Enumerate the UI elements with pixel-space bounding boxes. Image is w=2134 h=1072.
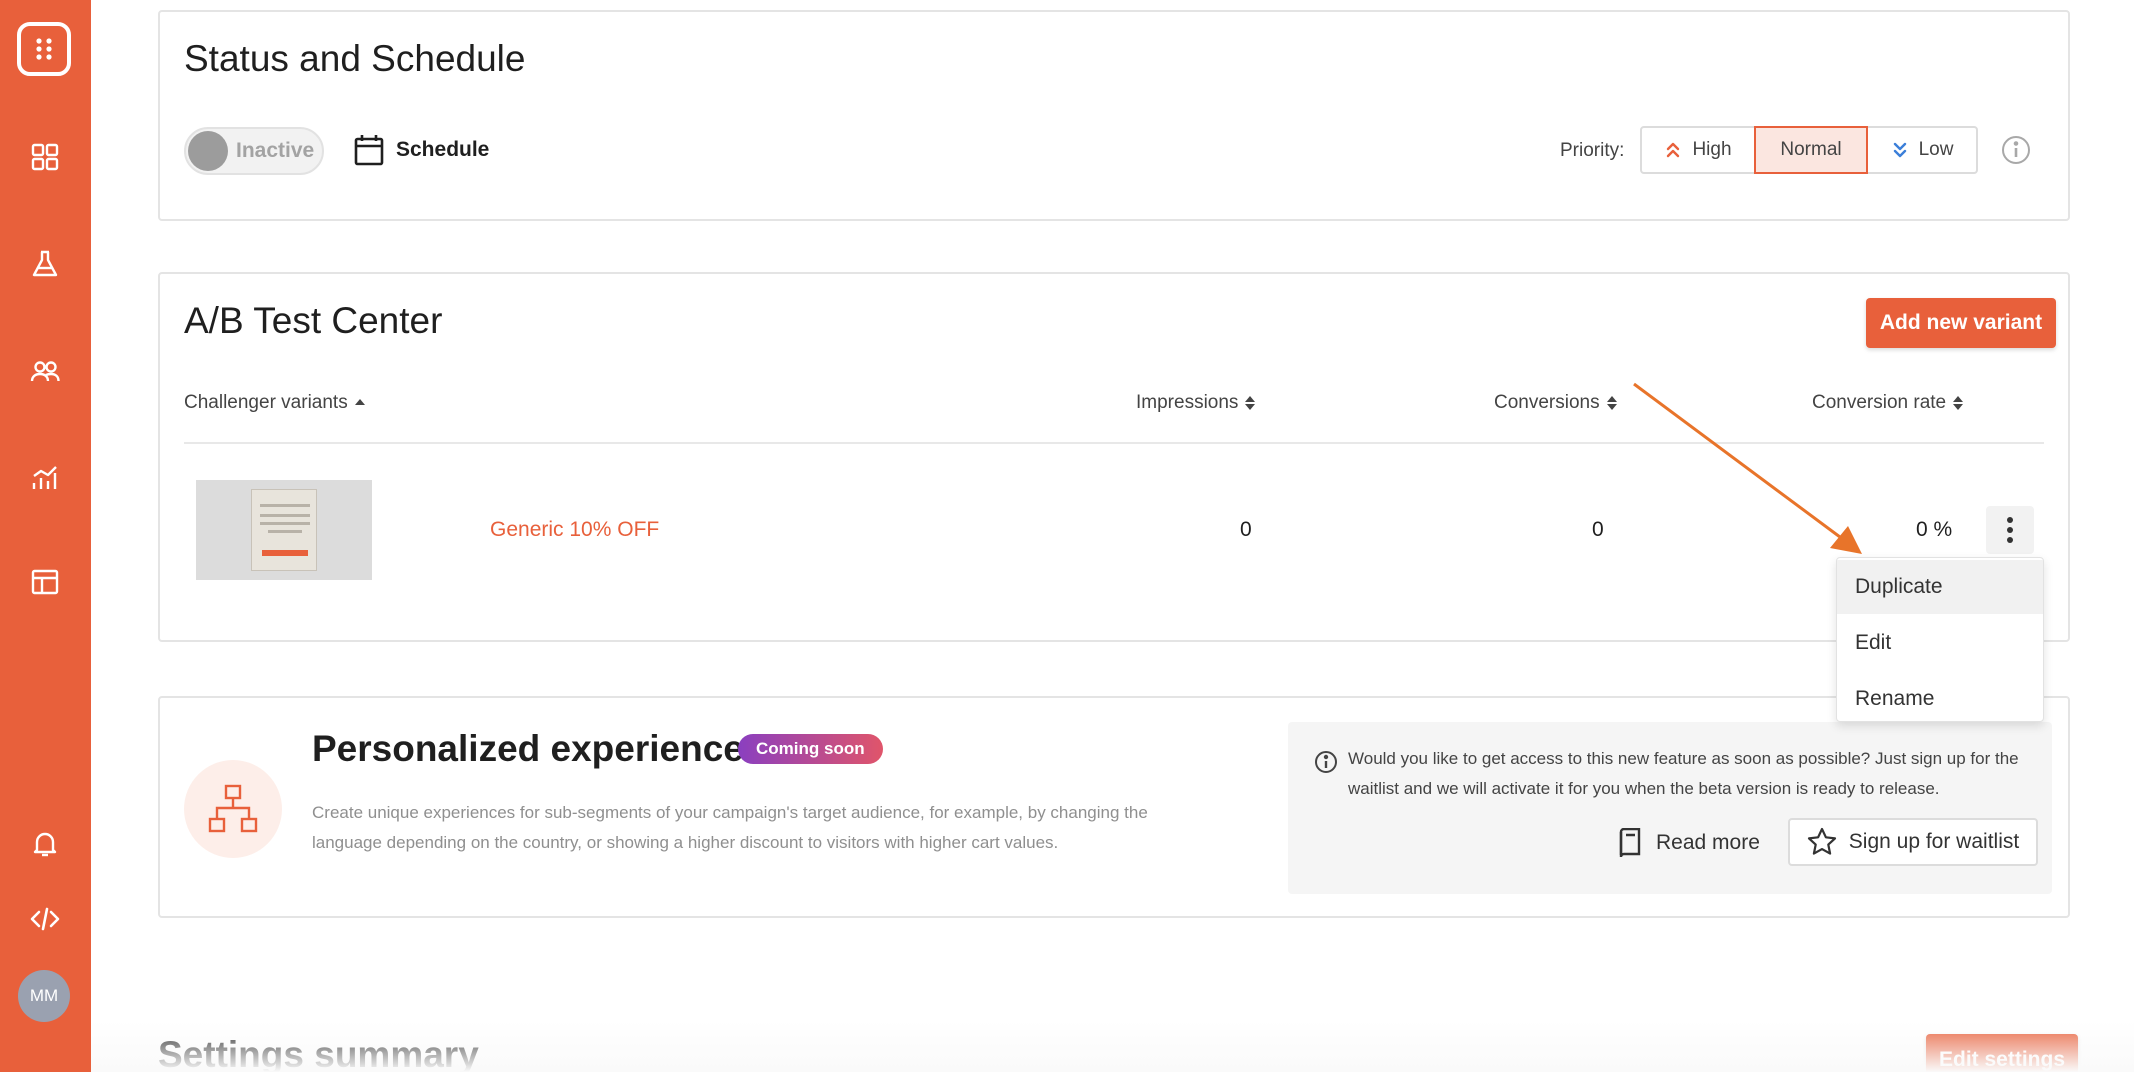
sidebar-item-experiments[interactable] (23, 242, 67, 286)
menu-item-duplicate[interactable]: Duplicate (1837, 560, 2043, 614)
menu-item-edit[interactable]: Edit (1837, 616, 2043, 670)
priority-low-label: Low (1918, 139, 1954, 160)
variant-thumbnail-preview (251, 489, 317, 571)
double-chevron-up-icon (1667, 142, 1680, 158)
priority-label: Priority: (1560, 140, 1625, 161)
avatar-initials: MM (29, 986, 59, 1005)
bell-icon (33, 832, 57, 857)
conversions-value: 0 (1592, 518, 1604, 541)
impressions-value: 0 (1240, 518, 1252, 541)
app-logo[interactable] (17, 22, 71, 76)
col-header-challenger[interactable]: Challenger variants (184, 392, 366, 414)
dice-icon (36, 38, 52, 60)
row-actions-menu: Duplicate Edit Rename (1836, 557, 2044, 722)
sort-icon (1606, 396, 1617, 410)
ab-test-card: A/B Test Center Add new variant Challeng… (158, 272, 2070, 642)
edit-settings-button[interactable]: Edit settings (1926, 1034, 2078, 1072)
priority-high-label: High (1692, 139, 1732, 160)
personalized-experiences-card: Personalized experiences Coming soon Cre… (158, 696, 2070, 918)
sidebar-item-audience[interactable] (23, 349, 67, 393)
priority-high-button[interactable]: High (1640, 126, 1756, 174)
sidebar-item-embed-code[interactable] (23, 897, 67, 941)
info-icon (1315, 751, 1337, 773)
more-vertical-icon (2007, 517, 2013, 543)
analytics-icon (32, 466, 57, 489)
code-icon (30, 907, 60, 931)
grid-icon (31, 143, 59, 171)
waitlist-text: Would you like to get access to this new… (1348, 749, 2019, 798)
schedule-label: Schedule (396, 138, 490, 161)
variant-name-link[interactable]: Generic 10% OFF (490, 518, 659, 542)
sidebar-item-notifications[interactable] (23, 822, 67, 866)
row-actions-button[interactable] (1986, 506, 2034, 554)
book-icon (1619, 828, 1641, 858)
table-divider (184, 442, 2044, 444)
sidebar-item-templates[interactable] (23, 560, 67, 604)
avatar[interactable]: MM (18, 970, 70, 1022)
info-icon[interactable] (2000, 134, 2032, 166)
personalized-icon-circle (184, 760, 282, 858)
status-toggle[interactable]: Inactive (184, 127, 324, 175)
menu-item-rename[interactable]: Rename (1837, 672, 2043, 726)
col-header-impressions[interactable]: Impressions (1136, 392, 1256, 414)
personalized-title: Personalized experiences (312, 728, 765, 769)
sort-asc-icon (354, 399, 365, 405)
settings-summary-title: Settings summary (158, 1034, 479, 1072)
waitlist-signup-button[interactable]: Sign up for waitlist (1788, 818, 2038, 866)
hierarchy-icon (208, 784, 258, 833)
star-icon (1807, 827, 1836, 855)
priority-low-button[interactable]: Low (1866, 126, 1978, 174)
layout-icon (31, 569, 59, 595)
variant-thumbnail[interactable] (196, 480, 372, 580)
schedule-button[interactable]: Schedule (354, 128, 489, 172)
flask-icon (32, 250, 58, 277)
status-schedule-card: Status and Schedule Inactive Schedule Pr… (158, 10, 2070, 221)
col-header-challenger-label: Challenger variants (184, 392, 348, 413)
sort-icon (1953, 396, 1964, 410)
toggle-label: Inactive (236, 139, 315, 162)
col-header-conversion-rate[interactable]: Conversion rate (1812, 392, 1964, 414)
col-header-conversion-rate-label: Conversion rate (1812, 392, 1947, 413)
sidebar-item-analytics[interactable] (23, 455, 67, 499)
read-more-label: Read more (1656, 831, 1760, 854)
conversion-rate-value: 0 % (1916, 518, 1953, 541)
waitlist-signup-label: Sign up for waitlist (1848, 830, 2020, 853)
col-header-conversions[interactable]: Conversions (1494, 392, 1618, 414)
status-schedule-title: Status and Schedule (184, 38, 526, 79)
read-more-link[interactable]: Read more (1618, 820, 1760, 866)
calendar-icon (354, 135, 384, 166)
priority-normal-button[interactable]: Normal (1754, 126, 1868, 174)
users-icon (30, 361, 60, 382)
personalized-description: Create unique experiences for sub-segmen… (312, 803, 1148, 852)
sort-icon (1245, 396, 1256, 410)
sidebar-item-dashboard[interactable] (23, 135, 67, 179)
coming-soon-badge: Coming soon (738, 734, 883, 764)
toggle-knob (188, 131, 228, 171)
add-variant-button[interactable]: Add new variant (1866, 298, 2056, 348)
col-header-impressions-label: Impressions (1136, 392, 1239, 413)
priority-normal-label: Normal (1780, 139, 1842, 160)
waitlist-panel: Would you like to get access to this new… (1288, 722, 2052, 894)
sidebar: MM (0, 0, 91, 1072)
ab-test-title: A/B Test Center (184, 300, 443, 341)
double-chevron-down-icon (1893, 142, 1906, 158)
col-header-conversions-label: Conversions (1494, 392, 1600, 413)
priority-selector: High Normal Low (1640, 126, 1978, 174)
